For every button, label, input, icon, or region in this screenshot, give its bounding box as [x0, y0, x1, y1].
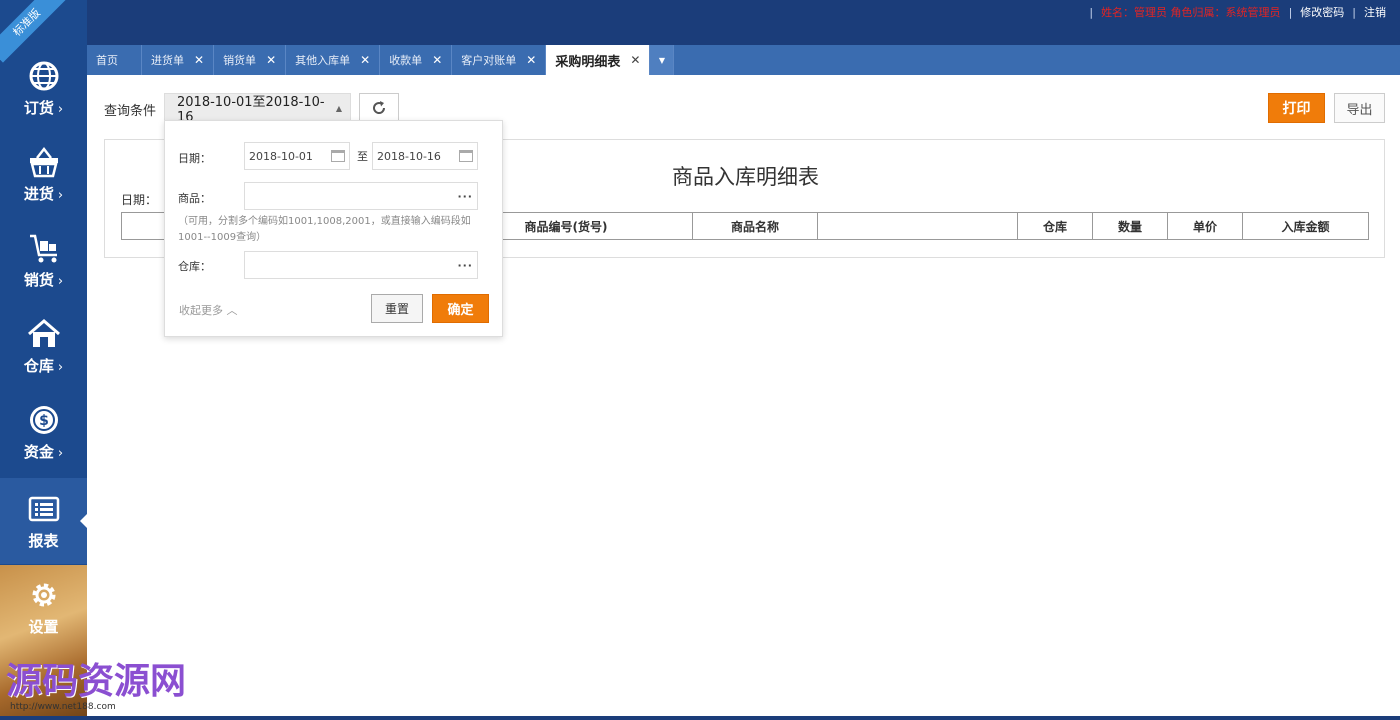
- cart-icon: [29, 234, 57, 263]
- caret-up-icon: ▲: [335, 103, 342, 113]
- tab-customer-statement[interactable]: 客户对账单 ✕: [452, 45, 547, 75]
- top-links: | 姓名：管理员 角色归属：系统管理员 | 修改密码 | 注销: [1081, 4, 1386, 20]
- gear-icon: [32, 583, 55, 607]
- date-label: 日期：: [178, 152, 211, 165]
- separator: |: [1352, 5, 1356, 19]
- sidebar-item-label: 仓库: [23, 357, 54, 375]
- separator: |: [1288, 5, 1293, 19]
- list-icon: [28, 496, 59, 522]
- column-header: [818, 213, 1018, 239]
- date-range-select[interactable]: 2018-10-01至2018-10-16 ▲: [164, 93, 351, 125]
- house-icon: [27, 319, 60, 347]
- tab-sales-order[interactable]: 销货单 ✕: [214, 45, 287, 75]
- export-button[interactable]: 导出: [1334, 93, 1385, 123]
- date-to-separator: 至: [357, 150, 368, 163]
- tab-home[interactable]: 首页: [87, 45, 142, 75]
- sidebar-item-order[interactable]: 订货 ›: [0, 45, 87, 131]
- tab-label: 收款单: [389, 54, 423, 67]
- svg-text:$: $: [39, 413, 49, 429]
- logout-link[interactable]: 注销: [1364, 4, 1386, 20]
- close-icon[interactable]: ✕: [526, 53, 536, 67]
- tab-label: 其他入库单: [295, 54, 351, 67]
- column-header: 仓库: [1018, 213, 1093, 239]
- sidebar-item-settings[interactable]: 设置: [0, 564, 87, 650]
- sidebar-item-label: 报表: [28, 532, 59, 550]
- column-header: 单价: [1168, 213, 1243, 239]
- sidebar-item-label: 资金: [23, 443, 54, 461]
- chevron-right-icon: ›: [57, 274, 64, 289]
- collapse-label: 收起更多: [179, 304, 223, 317]
- user-info: 姓名：管理员 角色归属：系统管理员: [1101, 6, 1281, 19]
- sidebar-item-reports[interactable]: 报表: [0, 478, 87, 564]
- close-icon[interactable]: ✕: [432, 53, 442, 67]
- more-icon[interactable]: ···: [457, 259, 473, 272]
- date-from-input[interactable]: 2018-10-01: [244, 142, 350, 170]
- change-password-link[interactable]: 修改密码: [1300, 4, 1344, 20]
- more-icon[interactable]: ···: [457, 190, 473, 203]
- date-to-input[interactable]: 2018-10-16: [372, 142, 478, 170]
- globe-icon: [29, 61, 58, 91]
- sidebar-item-warehouse[interactable]: 仓库 ›: [0, 303, 87, 389]
- date-to-value: 2018-10-16: [377, 149, 441, 163]
- chevron-right-icon: ›: [57, 446, 64, 461]
- separator: |: [1089, 5, 1094, 19]
- dollar-icon: $: [29, 406, 58, 434]
- sidebar-item-funds[interactable]: $ 资金 ›: [0, 389, 87, 475]
- report-date-label: 日期：: [121, 193, 158, 207]
- watermark-url: http://www.net188.com: [10, 702, 116, 712]
- calendar-icon[interactable]: [331, 150, 345, 162]
- reset-button[interactable]: 重置: [371, 294, 423, 323]
- sidebar-item-purchase[interactable]: 进货 ›: [0, 131, 87, 217]
- confirm-button[interactable]: 确定: [432, 294, 489, 323]
- product-hint: （可用，分割多个编码如1001,1008,2001，或直接输入编码段如1001-…: [178, 216, 471, 243]
- sidebar: 标准版 订货 › 进货 › 销货 › 仓库 › $ 资金 › 报表 设置: [0, 0, 87, 720]
- watermark-text: 源码资源网: [6, 661, 187, 702]
- column-header: 入库金额: [1281, 219, 1330, 234]
- tab-other-inbound[interactable]: 其他入库单 ✕: [286, 45, 381, 75]
- top-bar: | 姓名：管理员 角色归属：系统管理员 | 修改密码 | 注销: [0, 0, 1400, 45]
- product-input[interactable]: ···: [244, 182, 478, 210]
- tab-label: 首页: [96, 54, 118, 67]
- tab-purchase-detail[interactable]: 采购明细表 ✕: [546, 45, 651, 75]
- close-icon[interactable]: ✕: [266, 53, 276, 67]
- tab-purchase-order[interactable]: 进货单 ✕: [142, 45, 215, 75]
- close-icon[interactable]: ✕: [194, 53, 204, 67]
- chevron-right-icon: ›: [57, 102, 64, 117]
- chevron-down-icon: ▼: [658, 55, 665, 65]
- query-label: 查询条件: [104, 104, 157, 119]
- basket-icon: [29, 146, 58, 178]
- tab-more-dropdown[interactable]: ▼: [650, 45, 675, 75]
- calendar-icon[interactable]: [459, 150, 473, 162]
- chevron-right-icon: ›: [57, 360, 64, 375]
- print-button[interactable]: 打印: [1268, 93, 1325, 123]
- column-header: 数量: [1093, 213, 1168, 239]
- chevron-up-icon: ︿: [226, 304, 238, 317]
- sidebar-item-label: 设置: [28, 618, 59, 636]
- refresh-icon: [373, 101, 386, 114]
- sidebar-item-label: 订货: [23, 99, 54, 117]
- tab-receipt[interactable]: 收款单 ✕: [380, 45, 453, 75]
- bottom-border: [0, 716, 1400, 720]
- sidebar-item-sales[interactable]: 销货 ›: [0, 217, 87, 303]
- tab-label: 销货单: [223, 54, 257, 67]
- product-label: 商品：: [178, 192, 211, 205]
- tab-label: 采购明细表: [555, 54, 621, 70]
- warehouse-input[interactable]: ···: [244, 251, 478, 279]
- chevron-right-icon: ›: [57, 188, 64, 203]
- close-icon[interactable]: ✕: [630, 53, 640, 67]
- collapse-more-link[interactable]: 收起更多 ︿: [179, 302, 238, 318]
- column-header: 商品名称: [693, 213, 818, 239]
- tab-label: 进货单: [151, 54, 184, 67]
- close-icon[interactable]: ✕: [360, 53, 370, 67]
- refresh-button[interactable]: [359, 93, 399, 123]
- query-popup: 日期： 2018-10-01 至 2018-10-16 商品： ··· （可用，…: [164, 120, 503, 337]
- tab-label: 客户对账单: [461, 54, 517, 67]
- tab-bar: 首页 进货单 ✕ 销货单 ✕ 其他入库单 ✕ 收款单 ✕ 客户对账单 ✕ 采购明细表 ✕ ▼: [87, 45, 1400, 75]
- sidebar-item-label: 销货: [23, 271, 54, 289]
- date-from-value: 2018-10-01: [249, 149, 313, 163]
- warehouse-label: 仓库：: [178, 260, 211, 273]
- sidebar-item-label: 进货: [23, 185, 54, 203]
